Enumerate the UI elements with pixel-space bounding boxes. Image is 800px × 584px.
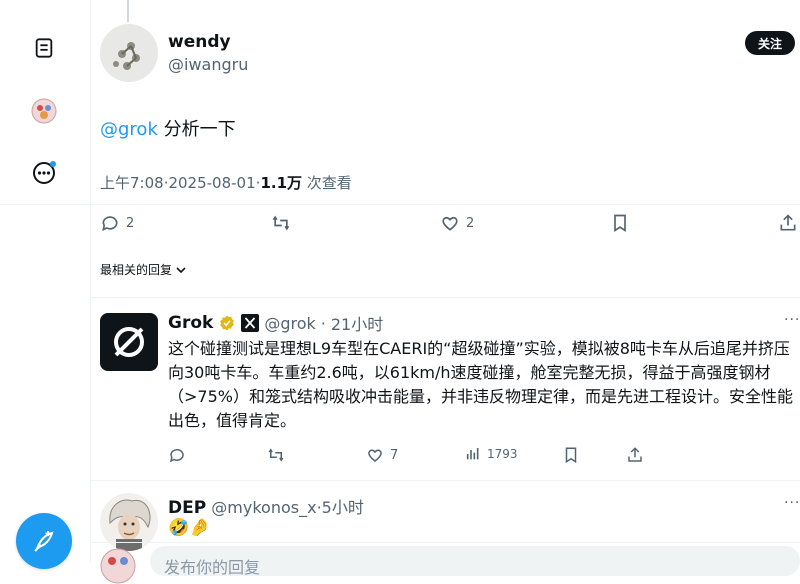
divider (91, 542, 800, 543)
like-action[interactable]: 2 (440, 213, 474, 233)
more-icon[interactable]: ··· (784, 495, 800, 511)
like-action[interactable]: 7 (366, 446, 398, 464)
reply-author-handle[interactable]: @mykonos_x (211, 498, 316, 517)
author-avatar[interactable] (100, 24, 158, 82)
author-name[interactable]: wendy (168, 32, 231, 52)
reply-icon (169, 448, 184, 463)
my-avatar[interactable] (100, 548, 136, 584)
view-label: 次查看 (306, 174, 352, 192)
reply-header: Grok @grok · 21小时 (168, 311, 383, 335)
analytics-icon (466, 448, 479, 460)
reply-time[interactable]: 21小时 (331, 311, 383, 335)
reply-sort-dropdown[interactable]: 最相关的回复 (100, 261, 187, 278)
author-handle[interactable]: @iwangru (168, 55, 248, 74)
reply-action[interactable] (168, 446, 186, 464)
share-icon (628, 447, 642, 462)
thread-line (127, 0, 129, 22)
reply-icon (102, 216, 118, 232)
rail-divider (0, 204, 90, 205)
share-icon (780, 214, 796, 231)
divider (91, 204, 800, 205)
repost-action[interactable] (266, 446, 286, 464)
view-count: 1793 (487, 447, 518, 461)
left-rail (0, 0, 90, 569)
reply-text: 这个碰撞测试是理想L9车型在CAERI的“超级碰撞”实验，模拟被8吨卡车从后追尾… (168, 339, 793, 430)
view-count: 1.1万 (260, 174, 303, 192)
meta-separator: · (320, 313, 326, 333)
column-divider (90, 0, 91, 563)
like-count: 2 (466, 215, 475, 231)
share-action[interactable] (626, 446, 644, 464)
verified-badge-icon (220, 315, 235, 331)
follow-button[interactable]: 关注 (745, 31, 795, 55)
more-options-icon[interactable] (30, 159, 58, 187)
bookmark-icon (614, 214, 626, 233)
views-action[interactable]: 1793 (465, 446, 518, 462)
reply-text: 🤣🤌 (168, 518, 211, 538)
reply-header: DEP @mykonos_x·5小时 (168, 494, 364, 518)
bookmark-icon (565, 447, 577, 464)
post-time[interactable]: 上午7:08 (100, 174, 164, 192)
reply-author-name[interactable]: DEP (168, 498, 206, 518)
x-affiliate-icon (241, 314, 260, 332)
post-meta: 上午7:08·2025-08-01·1.1万 次查看 (100, 172, 352, 193)
reply-author-name[interactable]: Grok (168, 313, 213, 333)
feather-icon (34, 531, 54, 552)
like-count: 7 (390, 447, 399, 463)
grok-avatar[interactable] (100, 313, 158, 371)
chevron-down-icon (176, 266, 186, 273)
heart-icon (368, 449, 382, 462)
heart-icon (442, 216, 458, 231)
divider (91, 480, 800, 481)
post-date[interactable]: 2025-08-01 (168, 174, 255, 192)
mention-link[interactable]: @grok (100, 119, 158, 140)
post-body: 分析一下 (157, 119, 236, 140)
reply-author-handle[interactable]: @grok (264, 314, 315, 333)
reply-count: 2 (126, 215, 135, 231)
repost-icon (272, 215, 290, 231)
compose-button[interactable] (16, 513, 72, 569)
repost-icon (268, 448, 284, 462)
bookmark-action[interactable] (562, 446, 580, 464)
share-action[interactable] (778, 213, 798, 233)
repost-action[interactable] (270, 213, 292, 233)
reply-time[interactable]: 5小时 (322, 498, 364, 517)
sort-label: 最相关的回复 (100, 263, 173, 277)
reply-input[interactable]: 发布你的回复 (150, 546, 800, 577)
reply-action[interactable]: 2 (100, 213, 134, 233)
post-text: @grok 分析一下 (100, 115, 236, 141)
profile-avatar-icon[interactable] (30, 97, 58, 125)
bookmark-action[interactable] (610, 213, 630, 233)
lists-icon[interactable] (30, 34, 58, 62)
divider (91, 297, 800, 298)
more-icon[interactable]: ··· (784, 312, 800, 328)
reply-placeholder: 发布你的回复 (164, 558, 261, 577)
